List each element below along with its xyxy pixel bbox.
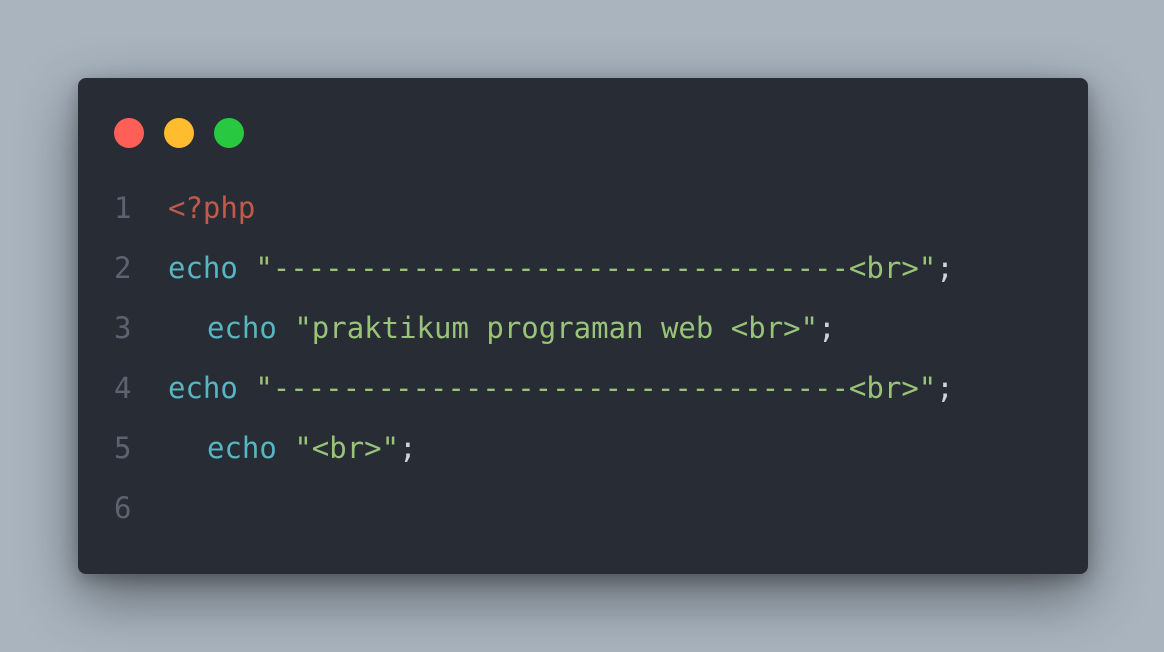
code-token-punc: ;	[399, 431, 417, 465]
line-number: 3	[114, 311, 132, 345]
code-token-punc	[238, 251, 255, 285]
code-line-content: <?php	[168, 178, 255, 238]
code-window: 1 <?php 2 echo "---------------------------…	[78, 78, 1088, 574]
code-token-tag: <?php	[168, 191, 256, 225]
line-number: 4	[114, 371, 132, 405]
code-token-kw: echo	[168, 371, 238, 405]
code-token-str: "praktikum programan web <br>"	[294, 311, 819, 345]
line-number: 2	[114, 251, 132, 285]
code-token-kw: echo	[207, 311, 277, 345]
line-number: 1	[114, 191, 132, 225]
code-token-punc	[277, 311, 294, 345]
code-line-content: echo "praktikum programan web <br>";	[168, 298, 836, 358]
code-token-punc: ;	[936, 251, 954, 285]
code-token-kw: echo	[168, 251, 238, 285]
maximize-button[interactable]	[214, 118, 244, 148]
code-line-content: echo "---------------------------------<…	[168, 358, 954, 418]
code-token-punc	[238, 371, 255, 405]
code-token-kw: echo	[207, 431, 277, 465]
window-controls	[114, 118, 244, 148]
minimize-button[interactable]	[164, 118, 194, 148]
line-number: 6	[114, 491, 132, 525]
code-token-str: "---------------------------------<br>"	[255, 251, 937, 285]
code-line-content: echo "---------------------------------<…	[168, 238, 954, 298]
code-token-str: "---------------------------------<br>"	[255, 371, 937, 405]
code-token-punc: ;	[818, 311, 836, 345]
code-line-content: echo "<br>";	[168, 418, 417, 478]
code-token-punc	[277, 431, 294, 465]
code-token-punc: ;	[936, 371, 954, 405]
line-number: 5	[114, 431, 132, 465]
close-button[interactable]	[114, 118, 144, 148]
code-token-str: "<br>"	[294, 431, 400, 465]
